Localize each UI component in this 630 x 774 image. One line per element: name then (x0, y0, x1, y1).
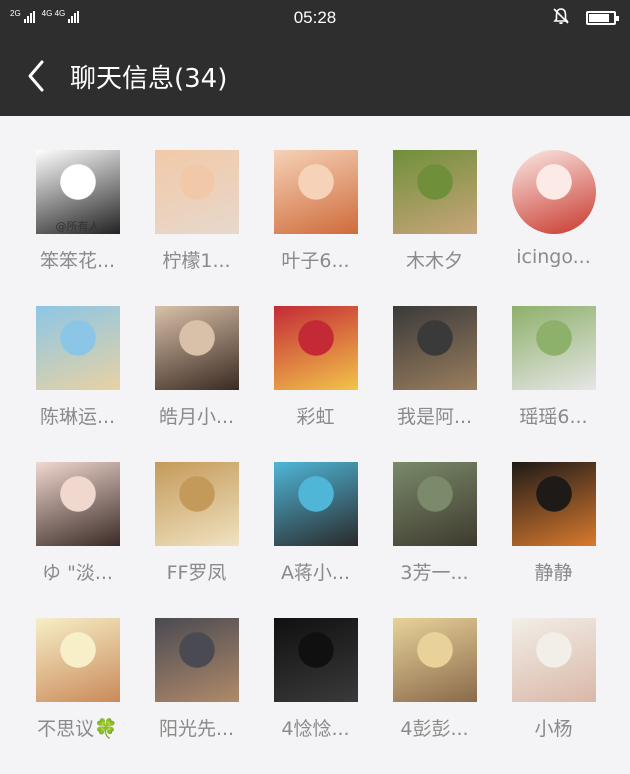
member-name: 4惗惗... (281, 718, 350, 740)
member-item[interactable]: 我是阿... (375, 306, 494, 462)
avatar[interactable] (511, 618, 596, 702)
member-grid: @所有人笨笨花... 柠檬1... 叶子6... 木木夕 icingo... 陈琳运...… (0, 116, 630, 774)
member-item[interactable]: 4彭彭... (375, 618, 494, 774)
avatar[interactable] (35, 618, 120, 702)
avatar[interactable] (273, 306, 358, 390)
member-item[interactable]: 阳光先... (137, 618, 256, 774)
member-item[interactable]: icingo... (494, 150, 613, 306)
member-item[interactable]: 3芳一... (375, 462, 494, 618)
member-name: 木木夕 (405, 250, 463, 272)
avatar[interactable] (511, 306, 596, 390)
member-name: 柠檬1... (162, 250, 231, 272)
member-item[interactable]: FF罗凤 (137, 462, 256, 618)
chevron-left-icon (28, 60, 44, 92)
member-name: 静静 (534, 562, 573, 584)
battery-icon (586, 11, 619, 25)
member-name: 阳光先... (158, 718, 235, 740)
member-item[interactable]: A蒋小... (256, 462, 375, 618)
back-button[interactable] (14, 46, 58, 106)
member-name: icingo... (516, 246, 591, 268)
member-item[interactable]: 静静 (494, 462, 613, 618)
avatar[interactable] (35, 306, 120, 390)
avatar[interactable] (154, 150, 239, 234)
battery-level (589, 14, 609, 22)
member-item[interactable]: 4惗惗... (256, 618, 375, 774)
avatar[interactable] (392, 462, 477, 546)
member-name: 小杨 (534, 718, 573, 740)
member-item[interactable]: 叶子6... (256, 150, 375, 306)
member-item[interactable]: ゆ "淡... (18, 462, 137, 618)
member-name: 瑶瑶6... (519, 406, 588, 428)
status-bar: 2G 4G 4G 05:28 (0, 0, 630, 36)
member-item[interactable]: 瑶瑶6... (494, 306, 613, 462)
member-name: 4彭彭... (400, 718, 469, 740)
avatar[interactable] (273, 618, 358, 702)
avatar-caption: @所有人 (55, 220, 100, 233)
avatar[interactable] (273, 150, 358, 234)
member-item[interactable]: 柠檬1... (137, 150, 256, 306)
member-item[interactable]: 木木夕 (375, 150, 494, 306)
member-item[interactable]: 小杨 (494, 618, 613, 774)
avatar[interactable]: @所有人 (35, 150, 120, 234)
member-name: 叶子6... (281, 250, 350, 272)
navigation-bar: 聊天信息(34) (0, 36, 630, 116)
member-item[interactable]: 彩虹 (256, 306, 375, 462)
member-item[interactable]: 皓月小... (137, 306, 256, 462)
avatar[interactable] (511, 150, 596, 234)
avatar[interactable] (154, 462, 239, 546)
avatar[interactable] (273, 462, 358, 546)
member-item[interactable]: 陈琳运... (18, 306, 137, 462)
avatar[interactable] (392, 618, 477, 702)
avatar[interactable] (392, 306, 477, 390)
member-name: 陈琳运... (39, 406, 116, 428)
avatar[interactable] (154, 618, 239, 702)
member-name: ゆ "淡... (42, 562, 113, 584)
member-name: A蒋小... (280, 562, 351, 584)
member-name: 3芳一... (400, 562, 469, 584)
member-name: 彩虹 (296, 406, 335, 428)
avatar[interactable] (392, 150, 477, 234)
member-name: 我是阿... (396, 406, 473, 428)
page-title: 聊天信息(34) (70, 63, 228, 94)
member-item[interactable]: 不思议🍀 (18, 618, 137, 774)
avatar[interactable] (511, 462, 596, 546)
avatar[interactable] (154, 306, 239, 390)
member-name: FF罗凤 (166, 562, 227, 584)
member-name: 不思议🍀 (37, 718, 118, 740)
member-name: 皓月小... (158, 406, 235, 428)
clock: 05:28 (293, 8, 337, 27)
member-name: 笨笨花... (39, 250, 116, 272)
avatar[interactable] (35, 462, 120, 546)
member-item[interactable]: @所有人笨笨花... (18, 150, 137, 306)
